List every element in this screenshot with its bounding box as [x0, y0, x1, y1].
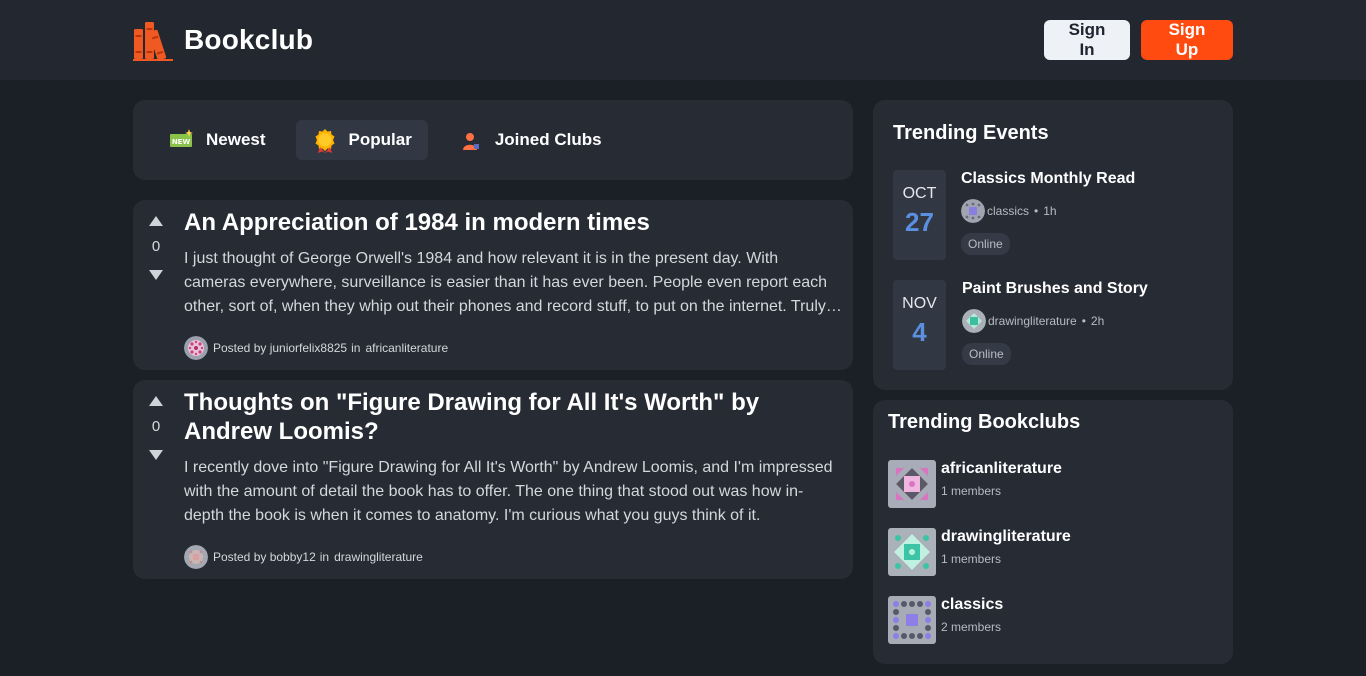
tab-newest-label: Newest	[206, 130, 266, 149]
bookclub-item[interactable]: classics 2 members	[888, 596, 1218, 644]
event-title[interactable]: Classics Monthly Read	[961, 170, 1135, 188]
club-image	[888, 528, 936, 576]
post-meta: Posted by juniorfelix8825 in africanlite…	[184, 336, 843, 360]
feed: NEW Newest Popular Joined Clubs 0 An App…	[133, 100, 853, 579]
event-location-badge: Online	[962, 343, 1011, 365]
new-badge-icon: NEW	[169, 127, 195, 153]
event-club[interactable]: classics	[987, 204, 1029, 218]
tab-popular[interactable]: Popular	[295, 120, 428, 160]
event-club[interactable]: drawingliterature	[988, 314, 1077, 328]
event-title[interactable]: Paint Brushes and Story	[962, 280, 1148, 298]
event-date: NOV 4	[893, 280, 946, 370]
event-day: 27	[905, 207, 934, 237]
event-item[interactable]: OCT 27 Classics Monthly Read classics • …	[893, 170, 1213, 260]
avatar[interactable]	[184, 336, 208, 360]
post-title[interactable]: An Appreciation of 1984 in modern times	[184, 208, 843, 237]
post-in-label: in	[351, 341, 361, 355]
post-card[interactable]: 0 Thoughts on "Figure Drawing for All It…	[133, 380, 853, 579]
event-info: Paint Brushes and Story drawingliteratur…	[962, 280, 1148, 365]
event-day: 4	[912, 317, 927, 347]
event-location-badge: Online	[961, 233, 1010, 255]
upvote-icon[interactable]	[149, 396, 163, 406]
club-avatar	[961, 199, 985, 223]
auth-buttons: Sign In Sign Up	[1044, 20, 1233, 60]
trending-events: Trending Events OCT 27 Classics Monthly …	[873, 100, 1233, 390]
feed-tabs: NEW Newest Popular Joined Clubs	[133, 100, 853, 180]
app-name: Bookclub	[184, 24, 314, 55]
svg-text:NEW: NEW	[172, 138, 191, 146]
bookclub-item[interactable]: drawingliterature 1 members	[888, 528, 1218, 576]
brand[interactable]: Bookclub	[133, 19, 313, 61]
event-info: Classics Monthly Read classics • 1h Onli…	[961, 170, 1135, 255]
club-image	[888, 596, 936, 644]
books-icon	[133, 22, 173, 61]
event-meta: drawingliterature • 2h	[962, 309, 1148, 333]
trending-events-title: Trending Events	[893, 122, 1049, 144]
post-author[interactable]: Posted by juniorfelix8825	[213, 341, 347, 355]
club-name[interactable]: africanliterature	[941, 460, 1062, 478]
post-author[interactable]: Posted by bobby12	[213, 550, 316, 564]
post-in-label: in	[319, 550, 330, 564]
post-content: An Appreciation of 1984 in modern times …	[133, 200, 853, 360]
event-time: 1h	[1043, 204, 1057, 218]
post-club-link[interactable]: drawingliterature	[334, 550, 423, 564]
person-icon	[458, 127, 484, 153]
vote-count: 0	[151, 418, 161, 435]
club-avatar	[962, 309, 986, 333]
tab-joined-clubs[interactable]: Joined Clubs	[442, 120, 618, 160]
club-info: africanliterature 1 members	[941, 460, 1062, 508]
avatar[interactable]	[184, 545, 208, 569]
club-name[interactable]: classics	[941, 596, 1003, 614]
club-name[interactable]: drawingliterature	[941, 528, 1071, 546]
event-item[interactable]: NOV 4 Paint Brushes and Story drawinglit…	[893, 280, 1213, 370]
post-club-link[interactable]: africanliterature	[365, 341, 448, 355]
vote-controls: 0	[133, 216, 179, 280]
post-excerpt: I recently dove into "Figure Drawing for…	[184, 459, 833, 524]
event-month: OCT	[902, 185, 937, 202]
top-bar: Bookclub Sign In Sign Up	[0, 0, 1366, 80]
tab-popular-label: Popular	[348, 130, 412, 149]
club-info: classics 2 members	[941, 596, 1003, 644]
post-content: Thoughts on "Figure Drawing for All It's…	[133, 380, 853, 569]
downvote-icon[interactable]	[149, 270, 163, 280]
event-date: OCT 27	[893, 170, 946, 260]
tab-newest[interactable]: NEW Newest	[153, 120, 282, 160]
event-month: NOV	[902, 295, 937, 312]
post-title[interactable]: Thoughts on "Figure Drawing for All It's…	[184, 388, 843, 446]
sidebar: Trending Events OCT 27 Classics Monthly …	[873, 100, 1233, 664]
upvote-icon[interactable]	[149, 216, 163, 226]
downvote-icon[interactable]	[149, 450, 163, 460]
club-image	[888, 460, 936, 508]
sign-up-button[interactable]: Sign Up	[1141, 20, 1233, 60]
post-card[interactable]: 0 An Appreciation of 1984 in modern time…	[133, 200, 853, 370]
separator-dot: •	[1034, 204, 1039, 218]
post-excerpt: I just thought of George Orwell's 1984 a…	[184, 250, 840, 315]
tab-joined-clubs-label: Joined Clubs	[494, 130, 602, 149]
club-info: drawingliterature 1 members	[941, 528, 1071, 576]
separator-dot: •	[1081, 314, 1086, 328]
event-meta: classics • 1h	[961, 199, 1135, 223]
vote-controls: 0	[133, 396, 179, 460]
post-meta: Posted by bobby12 in drawingliterature	[184, 545, 843, 569]
trending-bookclubs-title: Trending Bookclubs	[888, 411, 1081, 433]
vote-count: 0	[151, 238, 161, 255]
club-members: 1 members	[941, 484, 1002, 498]
club-members: 1 members	[941, 552, 1002, 566]
trending-bookclubs: Trending Bookclubs africanliterature 1 m…	[873, 400, 1233, 664]
event-time: 2h	[1090, 314, 1105, 328]
sign-in-button[interactable]: Sign In	[1044, 20, 1130, 60]
bookclub-item[interactable]: africanliterature 1 members	[888, 460, 1218, 508]
club-members: 2 members	[941, 620, 1002, 634]
medal-icon	[312, 127, 338, 153]
